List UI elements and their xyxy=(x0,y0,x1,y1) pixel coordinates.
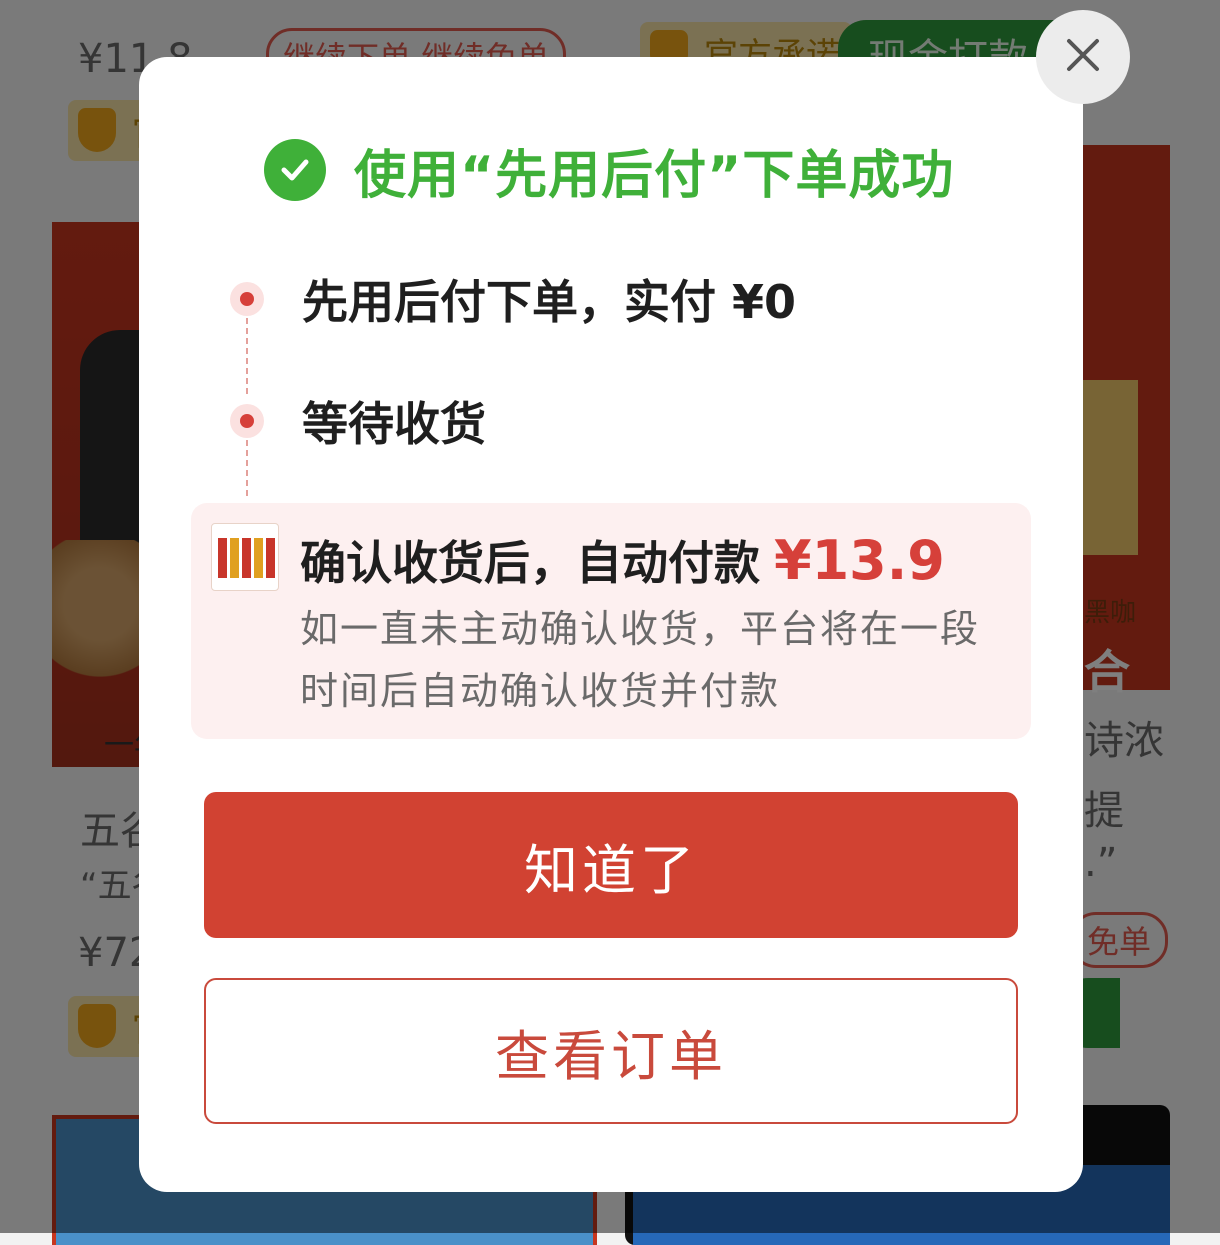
dialog-title: 使用“先用后付”下单成功 xyxy=(354,145,955,206)
step-label: 先用后付下单，实付 ¥0 xyxy=(302,275,797,329)
step-label: 等待收货 xyxy=(302,397,486,451)
step-dot-icon xyxy=(230,282,264,316)
view-order-button[interactable]: 查看订单 xyxy=(204,978,1018,1124)
auto-pay-headline: 确认收货后，自动付款 ¥13.9 xyxy=(300,527,945,593)
step-dot-icon xyxy=(230,404,264,438)
close-icon xyxy=(1063,35,1103,79)
auto-pay-description: 如一直未主动确认收货，平台将在一段时间后自动确认收货并付款 xyxy=(300,607,981,713)
step-waiting: 等待收货 xyxy=(230,388,486,454)
step-connector xyxy=(246,318,248,394)
dialog-title-row: 使用“先用后付”下单成功 xyxy=(264,138,954,206)
product-thumbnail xyxy=(211,523,279,591)
got-it-button[interactable]: 知道了 xyxy=(204,792,1018,938)
check-circle-icon xyxy=(264,139,326,201)
auto-pay-text: 确认收货后，自动付款 xyxy=(300,536,760,590)
step-connector xyxy=(246,440,248,496)
close-button[interactable] xyxy=(1036,10,1130,104)
auto-pay-amount: ¥13.9 xyxy=(774,529,945,592)
step-ordered: 先用后付下单，实付 ¥0 xyxy=(230,266,796,332)
